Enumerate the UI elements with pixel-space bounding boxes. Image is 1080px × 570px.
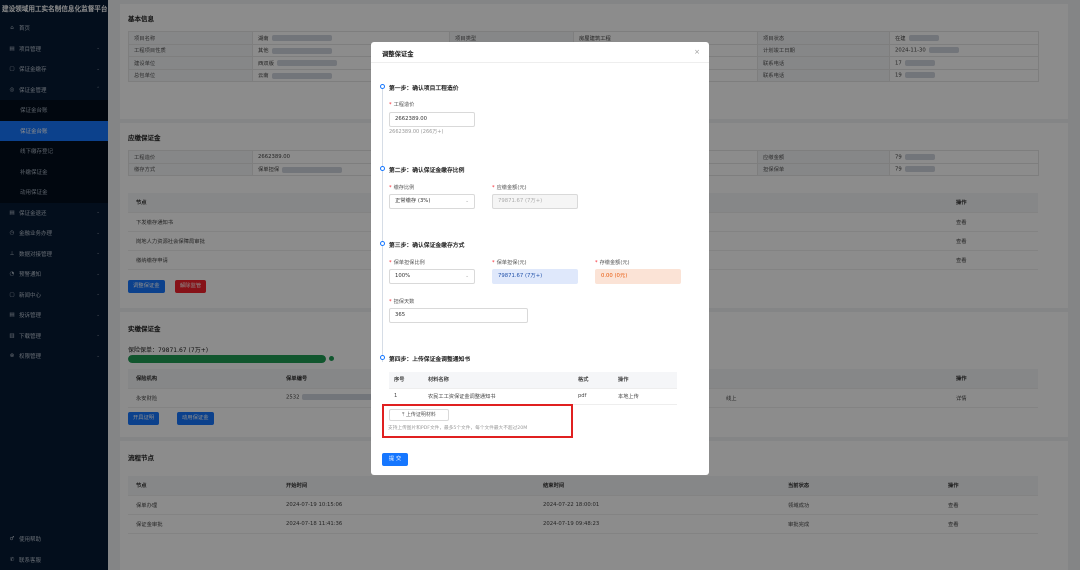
modal-title: 调整保证金 <box>382 51 414 58</box>
step4-dot <box>380 355 385 360</box>
guarantee-days-label-text: 担保天数 <box>393 299 415 305</box>
required-mark: * <box>595 260 598 266</box>
required-mark: * <box>492 185 495 191</box>
required-mark: * <box>389 299 392 305</box>
guarantee-days-label: * 担保天数 <box>389 298 414 305</box>
required-mark: * <box>389 185 392 191</box>
payable-amount-label: * 应缴金额(元) <box>492 184 527 191</box>
upload-proof-label: 上传证明材料 <box>405 412 436 418</box>
project-cost-hint: 2662389.00 (266万+) <box>389 129 444 135</box>
modal-divider <box>371 62 709 63</box>
deposit-ratio-label: * 缴存比例 <box>389 184 414 191</box>
required-mark: * <box>492 260 495 266</box>
step2-title: 第二步：确认保证金缴存比例 <box>389 168 465 174</box>
payable-amount-label-text: 应缴金额(元) <box>496 185 527 191</box>
deposit-amount-label-text: 存缴金额(元) <box>599 260 630 266</box>
local-upload-link[interactable]: 本地上传 <box>613 388 677 405</box>
adjust-deposit-modal: 调整保证金 × 第一步：确认项目工程造价 * 工程造价 2662389.00 26… <box>371 42 709 475</box>
payable-amount-input: 79871.67 (7万+) <box>492 194 578 209</box>
project-cost-label: * 工程造价 <box>389 101 414 108</box>
chevron-down-icon: ⌄ <box>465 199 469 204</box>
guarantee-ratio-label-text: 保单担保比例 <box>393 260 425 266</box>
upload-hint: 支持上传图片和PDF文件，最多5个文件，每个文件最大不超过20M <box>388 426 528 431</box>
upload-proof-button[interactable]: ⤒ 上传证明材料 <box>389 409 449 421</box>
step1-dot <box>380 84 385 89</box>
row-format: pdf <box>573 388 613 405</box>
row-material-name: 农民工工资保证金调整通知书 <box>423 388 573 405</box>
table-row: 1 农民工工资保证金调整通知书 pdf 本地上传 <box>389 388 677 405</box>
required-mark: * <box>389 260 392 266</box>
guarantee-amount-input[interactable]: 79871.67 (7万+) <box>492 269 578 284</box>
step3-title: 第三步：确认保证金缴存方式 <box>389 243 465 249</box>
guarantee-amount-label-text: 保单担保(元) <box>496 260 527 266</box>
step4-title: 第四步：上传保证金调整通知书 <box>389 357 471 363</box>
guarantee-ratio-label: * 保单担保比例 <box>389 259 425 266</box>
project-cost-input[interactable]: 2662389.00 <box>389 112 475 127</box>
col-action: 操作 <box>613 372 677 389</box>
submit-button[interactable]: 提 交 <box>382 453 408 466</box>
project-cost-label-text: 工程造价 <box>393 102 415 108</box>
guarantee-days-input[interactable]: 365 <box>389 308 528 323</box>
step-timeline <box>382 85 383 362</box>
col-index: 序号 <box>389 372 423 389</box>
materials-table: 序号 材料名称 格式 操作 1 农民工工资保证金调整通知书 pdf 本地上传 <box>389 372 677 405</box>
col-format: 格式 <box>573 372 613 389</box>
deposit-ratio-select[interactable]: 正常缴存 (3%) ⌄ <box>389 194 475 209</box>
deposit-amount-label: * 存缴金额(元) <box>595 259 630 266</box>
guarantee-ratio-select[interactable]: 100% ⌄ <box>389 269 475 284</box>
guarantee-amount-label: * 保单担保(元) <box>492 259 527 266</box>
deposit-amount-input[interactable]: 0.00 (0元) <box>595 269 681 284</box>
upload-highlight-box: ⤒ 上传证明材料 支持上传图片和PDF文件，最多5个文件，每个文件最大不超过20… <box>382 404 573 438</box>
step3-dot <box>380 241 385 246</box>
step1-title: 第一步：确认项目工程造价 <box>389 86 459 92</box>
guarantee-ratio-value: 100% <box>395 273 411 279</box>
col-material-name: 材料名称 <box>423 372 573 389</box>
deposit-ratio-value: 正常缴存 (3%) <box>395 198 431 204</box>
deposit-ratio-label-text: 缴存比例 <box>393 185 415 191</box>
close-icon[interactable]: × <box>694 48 700 56</box>
row-index: 1 <box>389 388 423 405</box>
required-mark: * <box>389 102 392 108</box>
chevron-down-icon: ⌄ <box>465 274 469 279</box>
step2-dot <box>380 166 385 171</box>
